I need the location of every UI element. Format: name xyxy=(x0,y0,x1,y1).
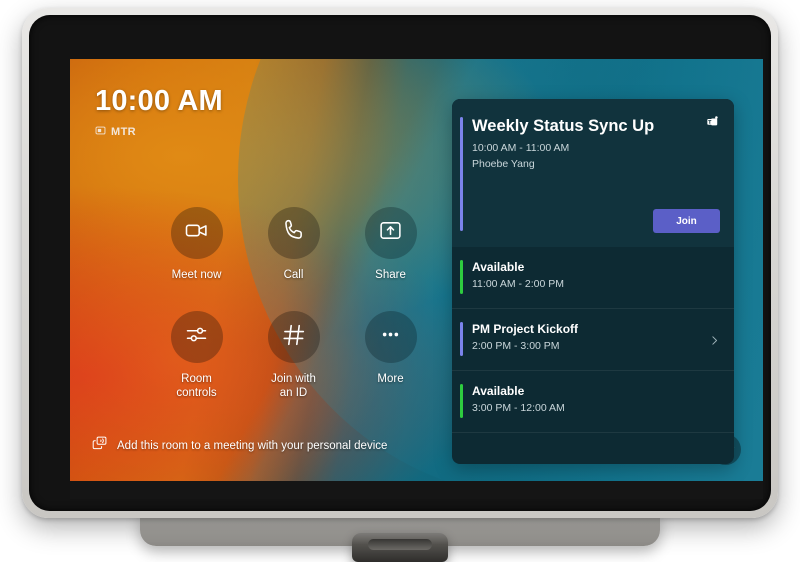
agenda-panel: Weekly Status Sync Up 10:00 AM - 11:00 A… xyxy=(452,99,734,464)
chevron-right-icon[interactable] xyxy=(709,333,720,351)
add-room-hint[interactable]: Add this room to a meeting with your per… xyxy=(92,435,387,456)
meeting-time: 10:00 AM - 11:00 AM xyxy=(472,141,570,154)
phone-icon xyxy=(281,218,306,248)
featured-meeting-card[interactable]: Weekly Status Sync Up 10:00 AM - 11:00 A… xyxy=(452,99,734,247)
screen-bottom-strip xyxy=(70,481,763,499)
agenda-time: 3:00 PM - 12:00 AM xyxy=(472,402,565,415)
meeting-title: Weekly Status Sync Up xyxy=(472,117,655,135)
action-circle xyxy=(170,207,223,259)
action-label: More xyxy=(377,373,404,385)
action-circle xyxy=(364,311,417,363)
agenda-row[interactable]: Available 3:00 PM - 12:00 AM xyxy=(452,371,734,433)
clock-time: 10:00 AM xyxy=(95,85,223,117)
agenda-title: PM Project Kickoff xyxy=(472,322,579,336)
meeting-accent-bar xyxy=(460,117,463,231)
meeting-organizer: Phoebe Yang xyxy=(472,157,535,170)
action-label: Meet now xyxy=(171,269,222,281)
agenda-list: Available 11:00 AM - 2:00 PM PM Project … xyxy=(452,247,734,433)
room-line: MTR xyxy=(95,123,223,141)
device-stand-connector xyxy=(368,539,432,550)
agenda-accent-bar xyxy=(460,384,463,418)
action-circle xyxy=(170,311,223,363)
agenda-accent-bar xyxy=(460,322,463,356)
agenda-title: Available xyxy=(472,384,525,398)
action-circle xyxy=(267,311,320,363)
room-label: MTR xyxy=(111,126,137,138)
teams-icon xyxy=(705,115,720,135)
cast-device-icon xyxy=(92,435,108,456)
action-meet-now[interactable]: Meet now xyxy=(148,207,245,307)
action-circle xyxy=(267,207,320,259)
action-label: Join with an ID xyxy=(271,373,316,400)
action-grid: Meet now Call Share Room controls Join w… xyxy=(148,207,439,411)
action-label: Share xyxy=(375,269,406,281)
action-label: Call xyxy=(283,269,304,281)
clock-block: 10:00 AM MTR xyxy=(95,87,223,141)
agenda-row[interactable]: PM Project Kickoff 2:00 PM - 3:00 PM xyxy=(452,309,734,371)
ellipsis-icon xyxy=(378,322,403,352)
join-button-label: Join xyxy=(676,215,697,227)
action-more[interactable]: More xyxy=(342,311,439,411)
action-circle xyxy=(364,207,417,259)
share-screen-icon xyxy=(378,218,403,248)
room-device-icon xyxy=(95,123,106,141)
device-chassis: 10:00 AM MTR Meet now Call Share Room co… xyxy=(22,8,778,518)
action-call[interactable]: Call xyxy=(245,207,342,307)
video-camera-icon xyxy=(184,218,209,248)
device-bezel: 10:00 AM MTR Meet now Call Share Room co… xyxy=(29,15,771,511)
action-label: Room controls xyxy=(176,373,217,400)
add-room-hint-text: Add this room to a meeting with your per… xyxy=(117,439,388,452)
agenda-accent-bar xyxy=(460,260,463,294)
touch-console-screen: 10:00 AM MTR Meet now Call Share Room co… xyxy=(70,59,763,499)
action-join-with-id[interactable]: Join with an ID xyxy=(245,311,342,411)
action-room-controls[interactable]: Room controls xyxy=(148,311,245,411)
action-share[interactable]: Share xyxy=(342,207,439,307)
sliders-icon xyxy=(184,322,209,352)
agenda-row[interactable]: Available 11:00 AM - 2:00 PM xyxy=(452,247,734,309)
agenda-time: 11:00 AM - 2:00 PM xyxy=(472,278,565,291)
agenda-time: 2:00 PM - 3:00 PM xyxy=(472,340,560,353)
join-button[interactable]: Join xyxy=(653,209,720,233)
agenda-title: Available xyxy=(472,260,525,274)
hash-icon xyxy=(281,322,307,353)
